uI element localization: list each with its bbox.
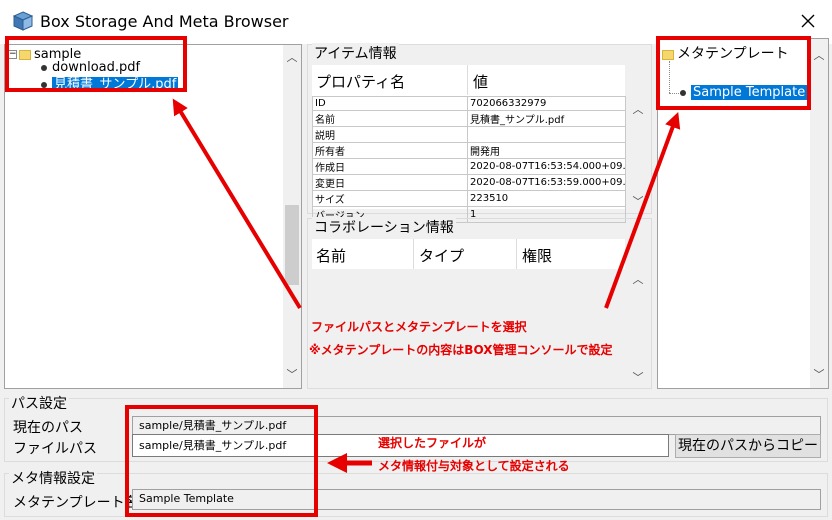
props-row[interactable]: ID 702066332979 — [312, 96, 626, 111]
scroll-up-icon[interactable]: ︿ — [810, 47, 828, 65]
item-info-label: アイテム情報 — [312, 43, 399, 63]
collab-scrollbar[interactable]: ︿ ﹀ — [629, 271, 647, 385]
highlight-meta-template — [656, 36, 811, 110]
props-table-area: プロパティ名 値 ID 702066332979 名前 見積書_サンプル.pdf 説明所… — [312, 65, 626, 223]
highlight-file-tree — [5, 36, 187, 92]
scrollbar-thumb[interactable] — [285, 205, 299, 285]
path-settings-label: パス設定 — [9, 393, 69, 413]
prop-name-cell: 説明 — [312, 125, 468, 143]
meta-scrollbar[interactable]: ︿ ﹀ — [810, 39, 828, 388]
scroll-down-icon[interactable]: ﹀ — [629, 193, 647, 209]
prop-name-cell: 名前 — [312, 109, 468, 127]
collab-group: コラボレーション情報 名前 タイプ 権限 ︿ ﹀ — [307, 217, 652, 389]
props-header-name[interactable]: プロパティ名 — [312, 65, 468, 95]
prop-name-cell: サイズ — [312, 189, 468, 207]
collab-table: 名前 タイプ 権限 — [312, 239, 625, 385]
props-header-name-text: プロパティ名 — [316, 73, 406, 91]
window-title: Box Storage And Meta Browser — [40, 12, 289, 31]
current-path-label: 現在のパス — [13, 420, 83, 436]
tree-scrollbar[interactable]: ︿ ﹀ — [283, 45, 301, 388]
props-header-value[interactable]: 値 — [469, 65, 625, 95]
file-tree-panel[interactable]: − sample download.pdf 見積書_サンプル.pdf ︿ ﹀ — [4, 44, 302, 389]
collab-header-type-text: タイプ — [419, 247, 465, 265]
collab-header-perm[interactable]: 権限 — [518, 239, 625, 269]
annotation-note-text: ※メタテンプレートの内容はBOX管理コンソールで設定 — [309, 343, 613, 357]
prop-value-cell: 2020-08-07T16:53:59.000+09... — [467, 173, 626, 191]
props-row[interactable]: 名前 見積書_サンプル.pdf — [312, 109, 626, 127]
scroll-up-icon[interactable]: ︿ — [629, 271, 647, 287]
scroll-up-icon[interactable]: ︿ — [629, 101, 647, 117]
props-row[interactable]: 作成日 2020-08-07T16:53:54.000+09... — [312, 157, 626, 175]
props-row[interactable]: 変更日 2020-08-07T16:53:59.000+09... — [312, 173, 626, 191]
prop-value-cell: 702066332979 — [467, 96, 626, 111]
meta-settings-label: メタ情報設定 — [9, 468, 97, 488]
scroll-down-icon[interactable]: ﹀ — [629, 369, 647, 385]
props-header-value-text: 値 — [473, 73, 489, 91]
prop-name-cell: 変更日 — [312, 173, 468, 191]
props-row[interactable]: 所有者 開発用 — [312, 141, 626, 159]
annotation-selected-file-text: 選択したファイルが — [378, 436, 487, 450]
template-name-label: メタテンプレート名 — [13, 495, 139, 511]
annotation-target-text: メタ情報付与対象として設定される — [378, 459, 570, 473]
item-info-group: アイテム情報 プロパティ名 値 ID 702066332979 名前 見積書_サンプル… — [307, 43, 652, 223]
prop-name-cell: 所有者 — [312, 141, 468, 159]
props-row[interactable]: 説明 — [312, 125, 626, 143]
prop-value-cell — [467, 125, 626, 143]
props-scrollbar[interactable]: ︿ ﹀ — [629, 101, 647, 209]
prop-value-cell: 見積書_サンプル.pdf — [467, 109, 626, 127]
prop-value-cell: 2020-08-07T16:53:54.000+09... — [467, 157, 626, 175]
close-icon[interactable] — [788, 4, 828, 38]
copy-current-path-button[interactable]: 現在のパスからコピー — [675, 434, 821, 458]
annotation-select-text: ファイルパスとメタテンプレートを選択 — [311, 320, 527, 334]
scroll-down-icon[interactable]: ﹀ — [283, 366, 301, 384]
prop-value-cell: 開発用 — [467, 141, 626, 159]
scroll-up-icon[interactable]: ︿ — [283, 49, 301, 67]
prop-value-cell: 223510 — [467, 189, 626, 207]
prop-name-cell: ID — [312, 96, 468, 111]
prop-name-cell: 作成日 — [312, 157, 468, 175]
collab-header-name-text: 名前 — [316, 247, 347, 265]
props-row[interactable]: サイズ 223510 — [312, 189, 626, 207]
collab-label: コラボレーション情報 — [312, 217, 456, 237]
props-table: ID 702066332979 名前 見積書_サンプル.pdf 説明 所有者 開発用 作成日 2… — [312, 96, 626, 223]
highlight-path-fields — [125, 405, 318, 517]
collab-header-row: 名前 タイプ 権限 — [312, 239, 625, 269]
collab-header-perm-text: 権限 — [522, 247, 553, 265]
app-cube-icon — [12, 11, 34, 31]
file-path-label: ファイルパス — [13, 441, 97, 457]
scroll-down-icon[interactable]: ﹀ — [810, 366, 828, 384]
collab-header-type[interactable]: タイプ — [415, 239, 517, 269]
collab-header-name[interactable]: 名前 — [312, 239, 414, 269]
